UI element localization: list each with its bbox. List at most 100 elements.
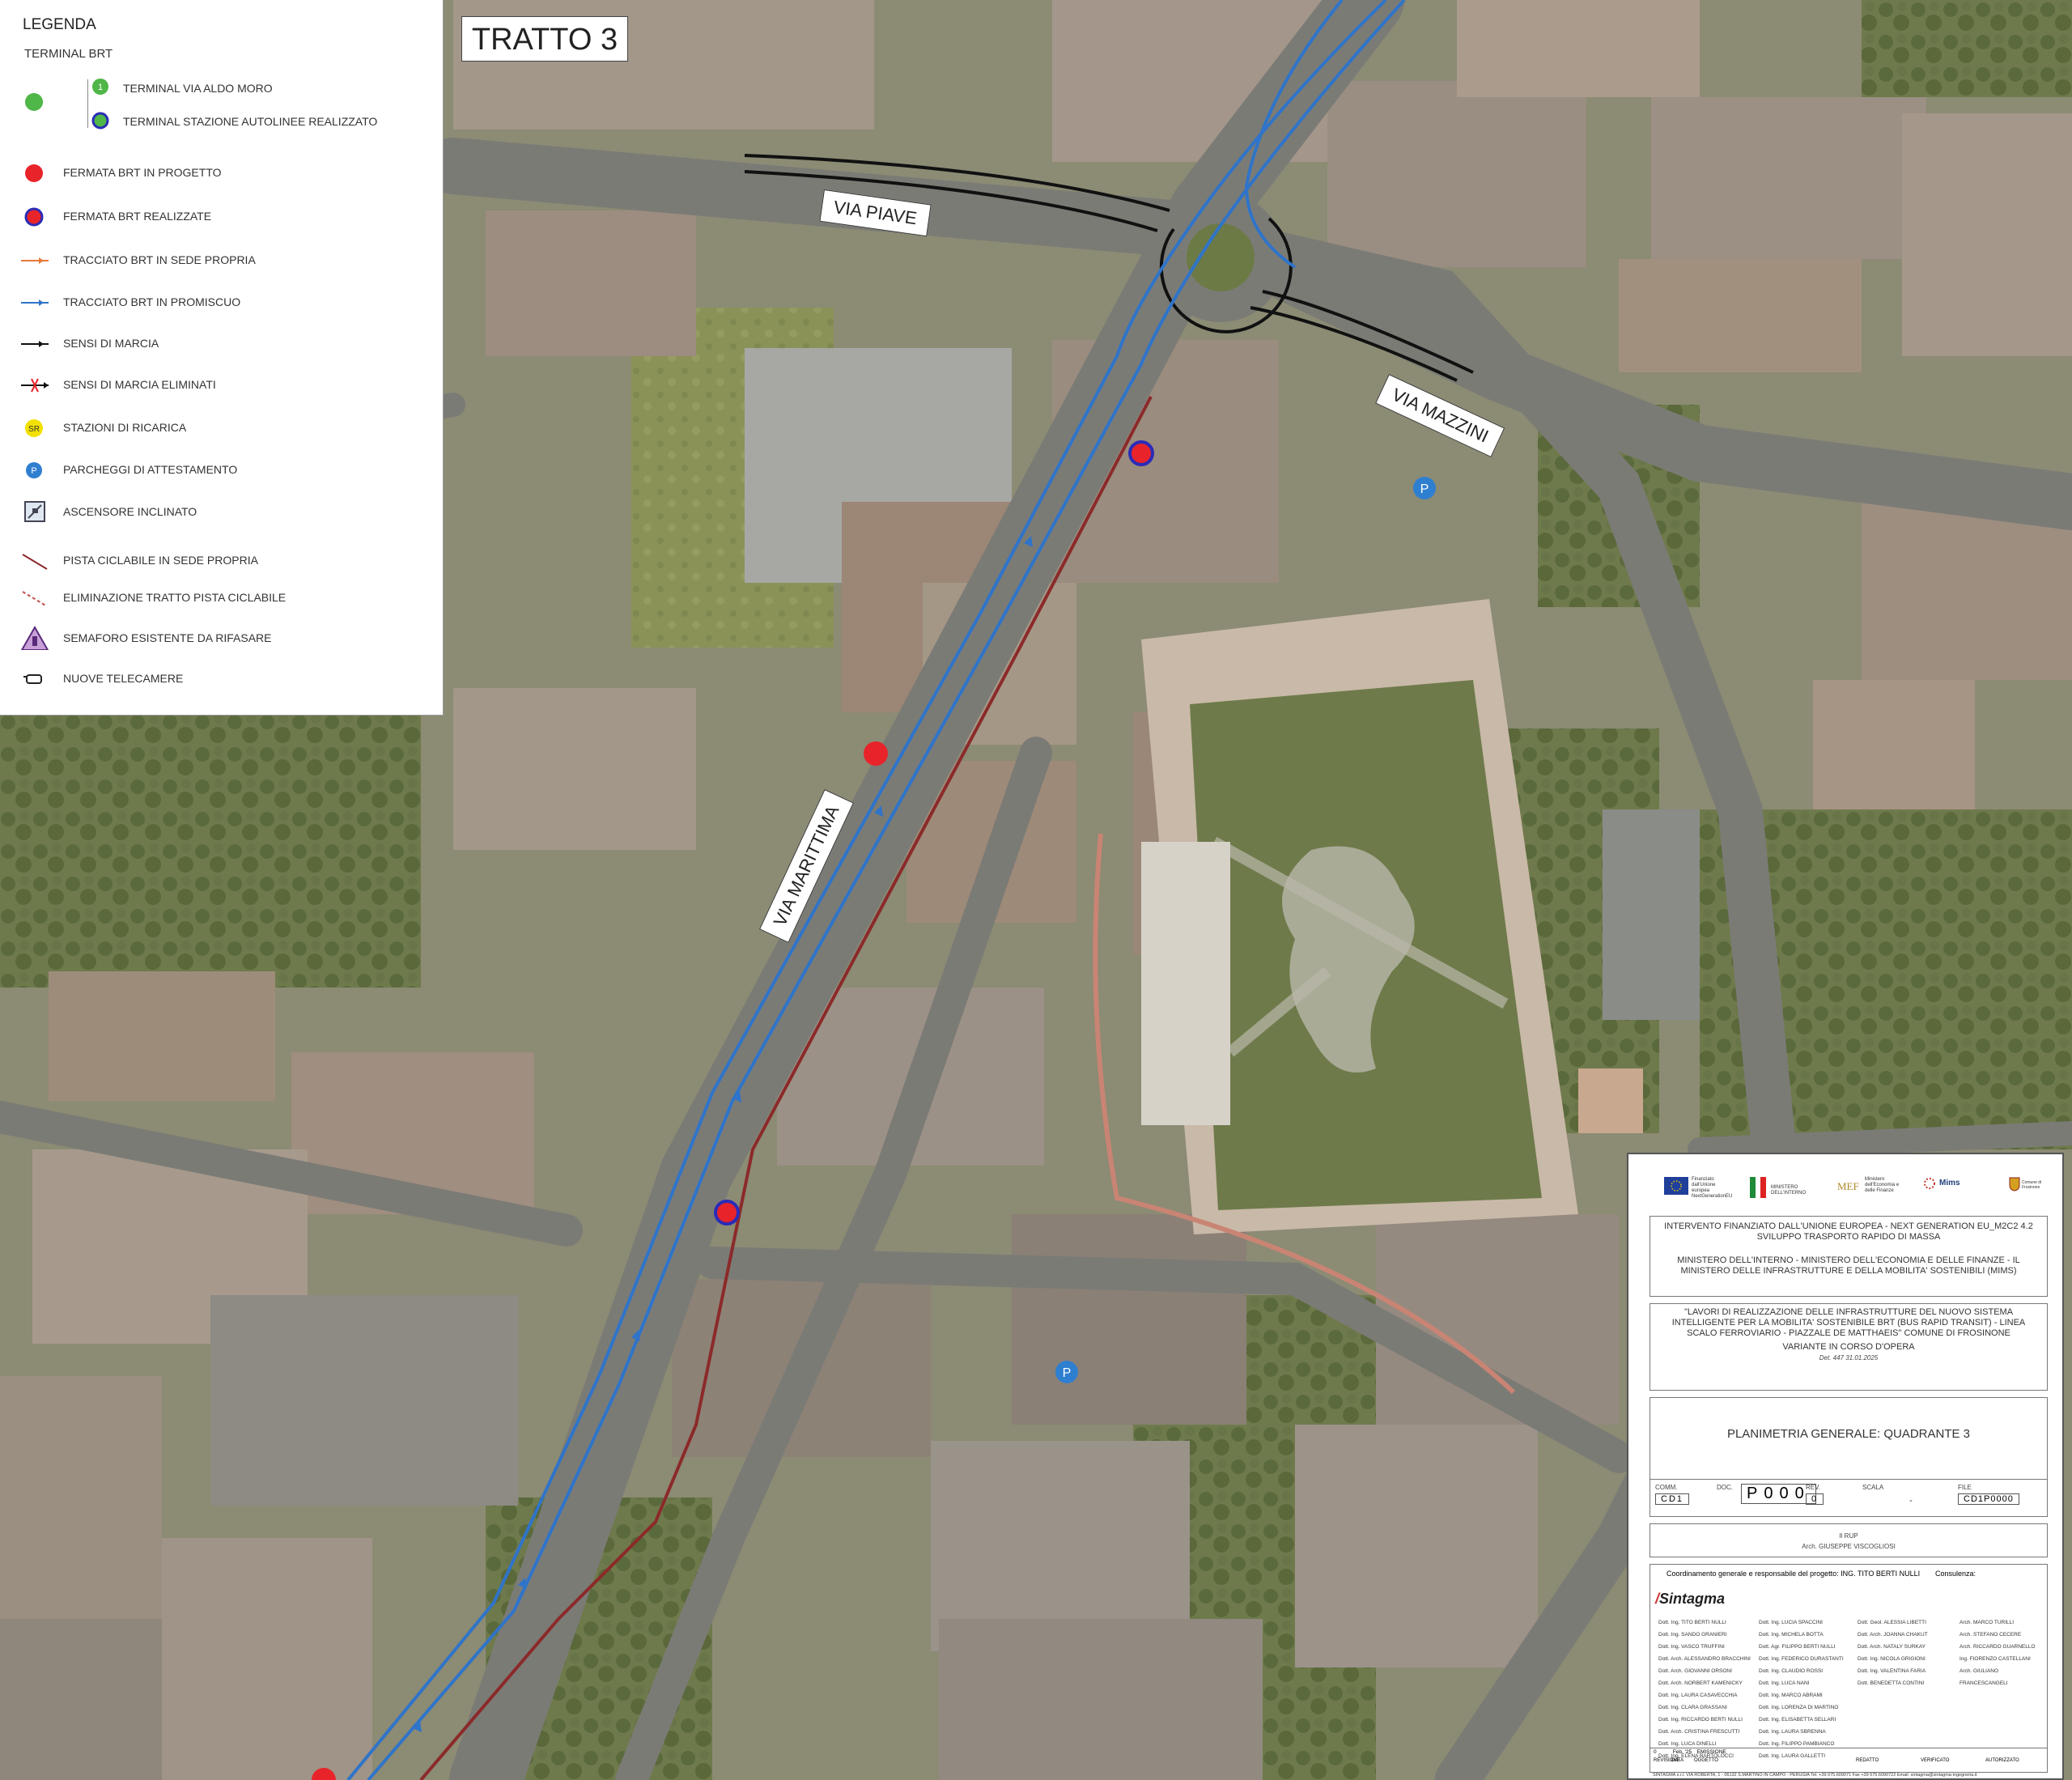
comune-logo: Comune di Frosinone xyxy=(2009,1177,2041,1204)
staff-name: Dott. Ing. LAURA SBRENNA xyxy=(1759,1729,1826,1735)
revision-header: VERIFICATO xyxy=(1921,1758,1950,1763)
mef-mark: MEF xyxy=(1837,1180,1859,1192)
revision-header: REDATTO xyxy=(1856,1758,1879,1763)
footer-address: SINTAGMA s.r.l. VIA ROBERTA, 1 - 06132 S… xyxy=(1653,1773,1977,1778)
coordinator-text: Coordinamento generale e responsabile de… xyxy=(1667,1570,1921,1578)
eu-logo: Finanziato dall'Unione europea NextGener… xyxy=(1664,1177,1732,1204)
brt-stop-planned[interactable] xyxy=(864,741,888,766)
title-block: Finanziato dall'Unione europea NextGener… xyxy=(1627,1153,2064,1780)
terminal-green-dot-icon xyxy=(25,93,43,111)
legend-item-pista-ciclabile: PISTA CICLABILE IN SEDE PROPRIA xyxy=(0,546,437,574)
svg-text:P: P xyxy=(1420,482,1429,496)
brt-stop-realized[interactable] xyxy=(1128,440,1154,466)
eu-flag-icon xyxy=(1664,1177,1688,1195)
field-comm: COMM. CD1 xyxy=(1655,1484,1690,1506)
staff-name: Arch. STEFANO CECERE xyxy=(1959,1632,2022,1638)
drawing-box: PLANIMETRIA GENERALE: QUADRANTE 3 COMM. … xyxy=(1650,1397,2048,1517)
legend-item-telecamere: NUOVE TELECAMERE xyxy=(0,665,437,692)
field-rev: REV. 0 xyxy=(1806,1484,1824,1506)
svg-text:1: 1 xyxy=(98,83,103,92)
traffic-light-icon xyxy=(21,626,49,650)
staff-name: Dott. Ing. LUCIA SPACCINI xyxy=(1759,1620,1823,1625)
project-title: "LAVORI DI REALIZZAZIONE DELLE INFRASTRU… xyxy=(1671,1307,2026,1338)
staff-box: Coordinamento generale e responsabile de… xyxy=(1650,1564,2048,1773)
mims-logo: Mims xyxy=(1923,1177,1988,1204)
project-box: "LAVORI DI REALIZZAZIONE DELLE INFRASTRU… xyxy=(1650,1303,2048,1391)
rup-box: Il RUP Arch. GIUSEPPE VISCOGLIOSI xyxy=(1650,1523,2048,1557)
field-file: FILE CD1P0000 xyxy=(1958,1484,2019,1506)
staff-name: Dott. Ing. TITO BERTI NULLI xyxy=(1658,1620,1726,1625)
dashed-bike-lane-icon xyxy=(22,591,48,607)
comune-crest-icon xyxy=(2009,1177,2020,1192)
blue-line-arrow-icon xyxy=(21,299,49,306)
svg-text:P: P xyxy=(31,466,36,476)
sintagma-logo: /Sintagma xyxy=(1655,1591,1726,1607)
orange-line-arrow-icon xyxy=(21,257,49,264)
green-number-dot-icon: 1 xyxy=(92,79,108,95)
staff-name: Dott. Ing. VALENTINA FARIA xyxy=(1858,1668,1926,1674)
staff-name: Dott. Ing. ELISABETTA SELLARI xyxy=(1759,1717,1836,1723)
crossed-arrow-icon xyxy=(21,378,49,393)
parking-icon: P xyxy=(26,462,42,478)
staff-name: Dott. Ing. MARCO ABRAMI xyxy=(1759,1693,1823,1698)
staff-name: Dott. Arch. JOANNA CHAKUT xyxy=(1858,1632,1928,1638)
mef-logo: MEF Ministero dell'Economia e delle Fina… xyxy=(1837,1177,1900,1193)
staff-name: Dott. Ing. VASCO TRUFFINI xyxy=(1658,1644,1725,1650)
staff-name: Dott. Ing. CLARA GRASSANI xyxy=(1658,1705,1727,1710)
rup-name: Arch. GIUSEPPE VISCOGLIOSI xyxy=(1802,1543,1896,1550)
staff-name: Arch. RICCARDO GUARNELLO xyxy=(1959,1644,2036,1650)
section-label: TRATTO 3 xyxy=(461,16,628,62)
legend-item-sensi-marcia: SENSI DI MARCIA xyxy=(0,329,437,357)
legend-item-fermata-progetto: FERMATA BRT IN PROGETTO xyxy=(0,159,437,186)
funding-line-2: SVILUPPO TRASPORTO RAPIDO DI MASSA xyxy=(1756,1232,1941,1242)
staff-name: Dott. Arch. GIOVANNI ORSONI xyxy=(1658,1668,1732,1674)
variant-note: Det. 447 31.01.2025 xyxy=(1819,1354,1879,1362)
bike-lane-icon xyxy=(22,554,48,570)
consultancy-label: Consulenza: xyxy=(1935,1570,1976,1578)
parking-icon[interactable]: P xyxy=(1055,1361,1078,1383)
ministries-text: MINISTERO DELL'INTERNO - MINISTERO DELL'… xyxy=(1677,1255,2020,1276)
red-dot-icon xyxy=(25,164,43,182)
staff-name: Arch. GIULIANO FRANCESCANGELI xyxy=(1959,1668,2008,1686)
camera-icon xyxy=(23,674,42,684)
staff-name: Dott. Arch. NORBERT KAMENICKY xyxy=(1658,1680,1743,1686)
charging-station-icon: SR xyxy=(25,419,43,437)
revision-header: OGGETTO xyxy=(1694,1758,1718,1763)
legend-terminal-aldo-moro: TERMINAL VIA ALDO MORO xyxy=(123,82,273,95)
staff-name: Dott. Agr. FILIPPO BERTI NULLI xyxy=(1759,1644,1836,1650)
legend-subtitle: TERMINAL BRT xyxy=(24,47,113,61)
staff-name: Dott. Ing. LORENZA DI MARTINO xyxy=(1759,1705,1839,1710)
legend-item-ascensore: ASCENSORE INCLINATO xyxy=(0,498,437,525)
field-scala: SCALA - xyxy=(1862,1484,1913,1506)
legend-item-parcheggi: P PARCHEGGI DI ATTESTAMENTO xyxy=(0,456,437,483)
interno-logo: MINISTERO DELL'INTERNO xyxy=(1750,1177,1821,1204)
svg-text:SR: SR xyxy=(28,425,40,434)
staff-name: Dott. Arch. NATALY SURKAY xyxy=(1858,1644,1926,1650)
mims-star-icon xyxy=(1924,1178,1935,1189)
revision-header: REVISIONE xyxy=(1654,1758,1680,1763)
staff-name: Dott. BENEDETTA CONTINI xyxy=(1858,1680,1925,1686)
legend-item-fermata-realizzate: FERMATA BRT REALIZZATE xyxy=(0,202,437,230)
funding-box: INTERVENTO FINANZIATO DALL'UNIONE EUROPE… xyxy=(1650,1216,2048,1297)
staff-name: Dott. Geol. ALESSIA LIBETTI xyxy=(1858,1620,1926,1625)
revision-headers: REVISIONEDATA OGGETTO REDATTO VERIFICATO AUT… xyxy=(1654,1758,2045,1763)
legend-item-ricarica: SR STAZIONI DI RICARICA xyxy=(0,414,437,441)
parking-icon[interactable]: P xyxy=(1413,477,1436,499)
italy-flag-icon xyxy=(1750,1177,1766,1198)
legend-item-semaforo: SEMAFORO ESISTENTE DA RIFASARE xyxy=(0,624,437,652)
map-legend: LEGENDA TERMINAL BRT 1 TERMINAL VIA ALDO… xyxy=(0,0,444,716)
field-doc: DOC. P000 xyxy=(1717,1484,1816,1504)
staff-column-4: Arch. MARCO TURILLI Arch. STEFANO CECERE A… xyxy=(1959,1616,2047,1689)
red-dot-blue-ring-icon xyxy=(24,207,44,227)
staff-column-3: Dott. Geol. ALESSIA LIBETTI Dott. Arch. J… xyxy=(1858,1616,1958,1689)
staff-column-2: Dott. Ing. LUCIA SPACCINI Dott. Ing. MICH… xyxy=(1759,1616,1856,1762)
staff-name: Arch. MARCO TURILLI xyxy=(1959,1620,2015,1625)
rup-label: Il RUP xyxy=(1839,1532,1858,1540)
drawing-title: PLANIMETRIA GENERALE: QUADRANTE 3 xyxy=(1726,1427,1971,1441)
legend-item-sensi-eliminati: SENSI DI MARCIA ELIMINATI xyxy=(0,371,437,398)
brt-stop-realized[interactable] xyxy=(714,1200,740,1226)
staff-name: Dott. Ing. CLAUDIO ROSSI xyxy=(1759,1668,1824,1674)
staff-name: Ing. FIORENZO CASTELLANI xyxy=(1959,1656,2031,1662)
staff-name: Dott. Ing. SANDO GRANIERI xyxy=(1658,1632,1727,1638)
black-line-arrow-icon xyxy=(21,341,49,347)
